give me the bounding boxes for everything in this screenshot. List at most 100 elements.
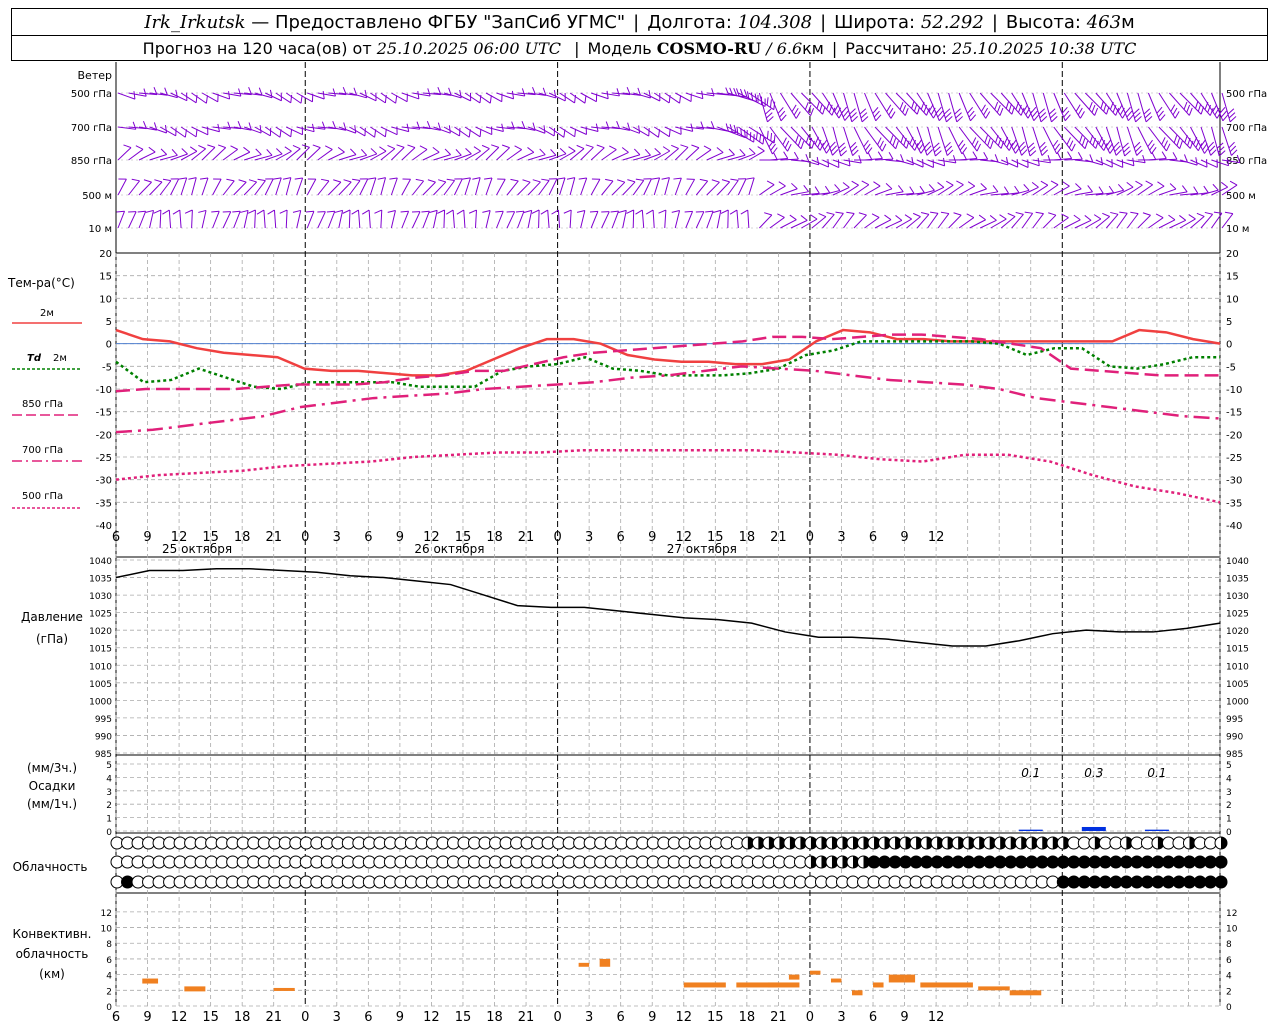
wind-barb-flag xyxy=(1176,138,1181,146)
wind-barb-flag xyxy=(766,180,775,186)
wind-barb-flag xyxy=(1050,112,1057,119)
wind-barb-shaft xyxy=(380,177,387,196)
wind-barb-flag xyxy=(635,209,643,215)
wind-barb-flag xyxy=(1048,108,1056,115)
wind-barb-shaft xyxy=(557,210,561,229)
wind-barb xyxy=(446,209,455,229)
wind-barb xyxy=(247,209,256,229)
wind-barb-flag xyxy=(195,128,198,137)
wind-barb-flag xyxy=(1210,149,1217,156)
wind-barb-flag xyxy=(962,152,968,161)
wind-barb-flag xyxy=(888,151,894,160)
wind-barb-shaft xyxy=(359,178,369,196)
x-tick-bottom: 6 xyxy=(364,1010,372,1024)
wind-barb-flag xyxy=(1181,185,1188,193)
wind-barb-shaft xyxy=(244,126,262,134)
precip-unit-3h: (мм/3ч.) xyxy=(27,761,77,775)
x-tick-temp: 9 xyxy=(900,530,908,545)
x-tick-temp: 3 xyxy=(333,530,341,545)
wind-barb xyxy=(759,180,775,196)
wind-barb-flag xyxy=(797,138,802,147)
wind-barb-flag xyxy=(816,100,820,109)
wind-barb-flag xyxy=(999,214,1007,220)
wind-barb-flag xyxy=(1168,214,1176,221)
wind-barb-flag xyxy=(826,212,835,215)
wind-barb xyxy=(1158,183,1177,196)
wind-barb xyxy=(422,146,440,161)
wind-barb-shaft xyxy=(843,213,855,229)
wind-barb xyxy=(484,177,493,196)
precip-ytick-left: 3 xyxy=(106,788,112,798)
wind-barb-shaft xyxy=(990,218,1007,229)
wind-barb-shaft xyxy=(517,181,531,196)
pressure-ytick-left: 1010 xyxy=(89,662,112,672)
wind-barb xyxy=(832,157,851,167)
wind-barb-flag xyxy=(198,145,206,150)
wind-barb-flag xyxy=(135,145,144,150)
wind-barb-shaft xyxy=(864,217,880,229)
wind-barb-flag xyxy=(400,210,409,213)
legend-label-700: 700 гПа xyxy=(22,445,63,456)
wind-barb-flag xyxy=(800,215,808,221)
wind-barb-flag xyxy=(966,213,975,219)
wind-barb-flag xyxy=(1144,112,1152,119)
wind-barb-shaft xyxy=(212,211,220,229)
wind-barb-flag xyxy=(1208,145,1216,152)
wind-barb-shaft xyxy=(601,180,614,196)
wind-barb-flag xyxy=(240,209,249,213)
wind-barb-flag xyxy=(491,144,499,148)
wind-barb-flag xyxy=(284,146,292,152)
wind-barb-flag xyxy=(937,110,944,118)
wind-barb-flag xyxy=(989,215,997,221)
wind-level-label-right: 500 гПа xyxy=(1226,89,1267,100)
wind-barb xyxy=(149,148,168,161)
wind-barb-shaft xyxy=(759,214,773,229)
pressure-ytick-right: 1035 xyxy=(1226,575,1249,585)
wind-barb-flag xyxy=(712,209,721,213)
wind-barb xyxy=(695,211,705,229)
wind-barb-flag xyxy=(810,214,818,220)
wind-barb xyxy=(454,178,463,196)
wind-barb xyxy=(927,211,939,229)
x-tick-temp: 9 xyxy=(648,530,656,545)
wind-barb-shaft xyxy=(485,177,493,196)
wind-barb xyxy=(864,213,880,229)
wind-barb-flag xyxy=(983,107,989,116)
wind-barb-shaft xyxy=(296,147,310,161)
wind-barb xyxy=(212,121,231,130)
conv-ytick-left: 0 xyxy=(106,1003,112,1013)
wind-barb-flag xyxy=(757,146,765,152)
wind-barb-shaft xyxy=(1179,218,1196,229)
wind-barb xyxy=(643,178,652,196)
wind-barb-shaft xyxy=(296,210,302,229)
precip-ytick-right: 5 xyxy=(1226,761,1232,771)
wind-barb-shaft xyxy=(454,178,463,196)
wind-barb xyxy=(906,126,926,154)
precip-bar xyxy=(1018,829,1043,831)
wind-barb-flag xyxy=(740,209,749,215)
x-tick-temp: 18 xyxy=(234,530,251,545)
pressure-ytick-right: 990 xyxy=(1226,732,1243,742)
wind-barb-flag xyxy=(247,209,256,214)
wind-barb-flag xyxy=(226,178,235,182)
x-tick-bottom: 6 xyxy=(869,1010,877,1024)
wind-barb-flag xyxy=(1229,145,1237,153)
wind-barb xyxy=(618,209,627,229)
precip-ytick-left: 4 xyxy=(106,774,112,784)
wind-barb xyxy=(1042,212,1057,229)
conv-ytick-left: 2 xyxy=(106,987,112,997)
wind-barb-shaft xyxy=(201,147,216,161)
wind-barb-flag xyxy=(1014,185,1020,194)
wind-level-label-left: 500 м xyxy=(82,191,112,202)
x-tick-bottom: 12 xyxy=(928,1010,945,1024)
temp-ytick-left: -30 xyxy=(96,476,112,487)
wind-barb-flag xyxy=(841,106,848,114)
wind-barb-flag xyxy=(810,108,815,116)
wind-barb xyxy=(1042,180,1059,196)
wind-barb-shaft xyxy=(117,211,126,229)
wind-barb-flag xyxy=(521,88,526,97)
wind-barb xyxy=(737,178,747,196)
temp-ytick-left: -5 xyxy=(102,362,112,373)
wind-barb-flag xyxy=(1193,186,1199,194)
wind-barb-flag xyxy=(606,90,609,99)
